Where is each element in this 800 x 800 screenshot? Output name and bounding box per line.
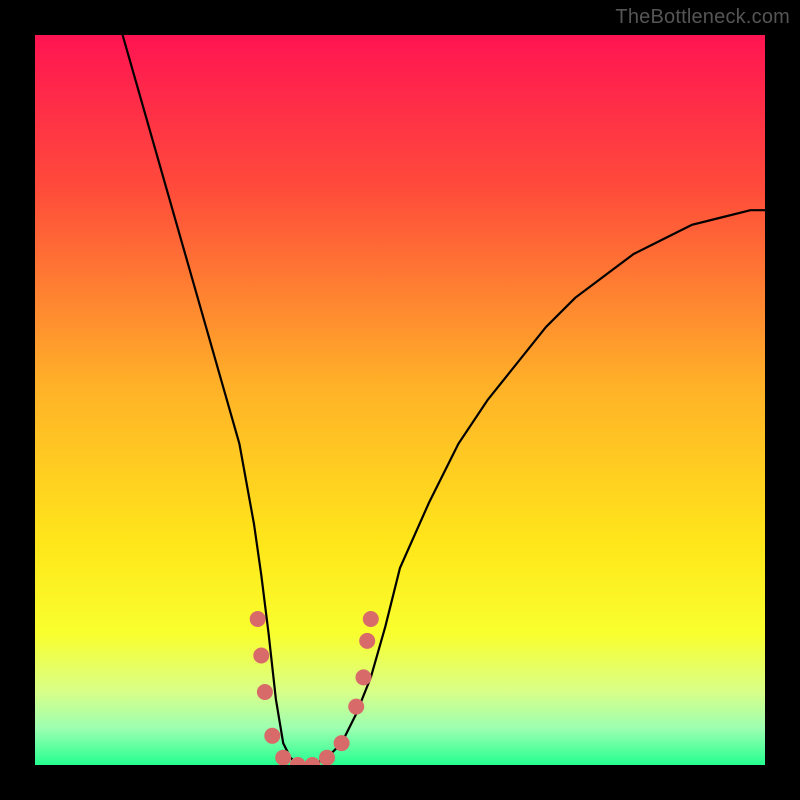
data-marker [356,669,372,685]
data-marker [304,757,320,765]
data-marker [275,750,291,765]
data-marker [359,633,375,649]
data-marker [253,648,269,664]
data-marker [334,735,350,751]
bottleneck-curve [123,35,765,765]
watermark-text: TheBottleneck.com [615,6,790,29]
plot-area [35,35,765,765]
data-marker [319,750,335,765]
curve-layer [35,35,765,765]
data-marker [264,728,280,744]
chart-frame: TheBottleneck.com [0,0,800,800]
data-marker [348,699,364,715]
data-marker [250,611,266,627]
data-marker [257,684,273,700]
data-marker [363,611,379,627]
